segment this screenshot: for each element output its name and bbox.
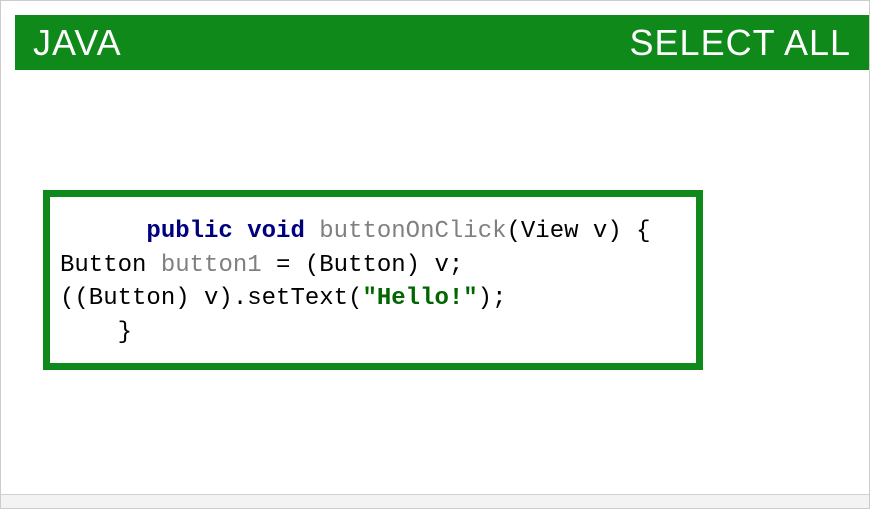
indent: [60, 319, 118, 346]
code-block: public void buttonOnClick(View v) { Butt…: [43, 190, 703, 370]
text: = (Button) v;: [262, 252, 464, 279]
select-all-button[interactable]: SELECT ALL: [630, 22, 851, 64]
keyword-public: public: [146, 218, 232, 245]
keyword-void: void: [247, 218, 305, 245]
code-line-3: ((Button) v).setText("Hello!");: [60, 282, 686, 316]
method-name: buttonOnClick: [319, 218, 506, 245]
signature-rest: (View v) {: [507, 218, 651, 245]
space: [305, 218, 319, 245]
indent: [60, 218, 146, 245]
identifier: button1: [161, 252, 262, 279]
code-line-1: public void buttonOnClick(View v) {: [60, 215, 686, 249]
header-bar: JAVA SELECT ALL: [15, 15, 869, 70]
text: Button: [60, 252, 161, 279]
close-brace: }: [118, 319, 132, 346]
string-literal: "Hello!": [362, 285, 477, 312]
text: ((Button) v).setText(: [60, 285, 362, 312]
text: );: [478, 285, 507, 312]
code-line-2: Button button1 = (Button) v;: [60, 249, 686, 283]
code-line-4: }: [60, 316, 686, 350]
footer-divider: [1, 494, 869, 508]
space: [233, 218, 247, 245]
language-label: JAVA: [33, 22, 122, 64]
